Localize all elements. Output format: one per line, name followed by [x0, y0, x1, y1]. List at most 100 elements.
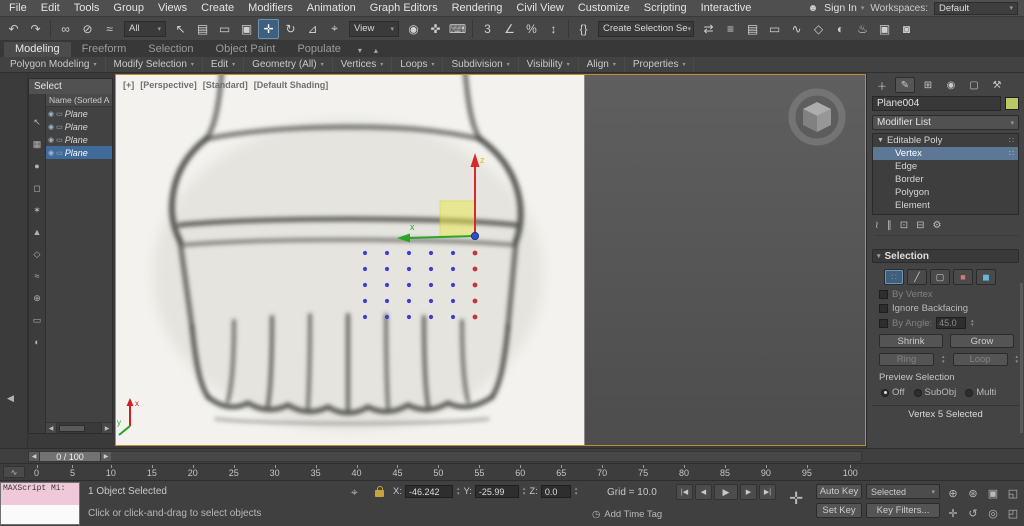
select-and-rotate-icon[interactable]: ↻	[280, 19, 301, 39]
set-key-button[interactable]: Set Key	[816, 503, 862, 518]
edge-subobject-icon[interactable]: ╱	[907, 269, 927, 285]
x-coordinate-field[interactable]: -46.242	[405, 485, 453, 498]
display-geometry-icon[interactable]: ●	[30, 160, 45, 173]
render-setup-icon[interactable]: ♨	[852, 19, 873, 39]
zoom-all-icon[interactable]: ⊛	[964, 484, 982, 502]
ribbon-panel-geometry-all[interactable]: Geometry (All)▾	[244, 57, 332, 72]
named-selection-set-dropdown[interactable]: Create Selection Se▾	[598, 21, 694, 37]
menu-item-views[interactable]: Views	[151, 0, 194, 16]
eye-icon[interactable]: ◉	[48, 136, 54, 144]
preview-multi-radio[interactable]: Multi	[965, 387, 996, 398]
menu-item-create[interactable]: Create	[194, 0, 241, 16]
keyboard-override-icon[interactable]: ⌨	[447, 19, 468, 39]
graphite-ribbon-icon[interactable]: ▭	[764, 19, 785, 39]
viewport-canvas[interactable]: z x x y	[116, 75, 585, 445]
pin-stack-icon[interactable]: ≀	[875, 220, 879, 231]
explorer-hscrollbar[interactable]: ◀ ▶	[46, 422, 112, 433]
display-shapes-icon[interactable]: ◻	[30, 182, 45, 195]
zoom-extents-icon[interactable]: ▣	[984, 484, 1002, 502]
window-crossing-icon[interactable]: ▣	[236, 19, 257, 39]
preview-subobj-radio[interactable]: SubObj	[914, 387, 957, 398]
track-bar[interactable]: ∿ 05101520253035404550556065707580859095…	[0, 464, 1024, 481]
go-to-start-button[interactable]: |◀	[676, 484, 693, 500]
ribbon-tab-modeling[interactable]: Modeling	[4, 42, 71, 57]
use-pivot-center-icon[interactable]: ◉	[403, 19, 424, 39]
walk-through-icon[interactable]: ◎	[984, 504, 1002, 522]
schematic-view-icon[interactable]: ◇	[808, 19, 829, 39]
mirror-icon[interactable]: ⇄	[698, 19, 719, 39]
menu-item-interactive[interactable]: Interactive	[694, 0, 759, 16]
maxscript-mini-listener[interactable]: MAXScript Mi:	[0, 482, 80, 525]
create-tab-icon[interactable]: ＋	[872, 77, 892, 93]
selection-filter-dropdown[interactable]: All▾	[124, 21, 166, 37]
ribbon-tab-populate[interactable]: Populate	[286, 42, 351, 57]
object-name-field[interactable]: Plane004	[872, 96, 1001, 111]
ribbon-options-icon[interactable]: ▾	[352, 44, 368, 57]
display-cameras-icon[interactable]: ▲	[30, 226, 45, 239]
panel-scrollbar[interactable]	[1020, 283, 1023, 433]
preview-off-radio[interactable]: Off	[881, 387, 905, 398]
ring-button[interactable]: Ring	[879, 353, 934, 366]
display-tab-icon[interactable]: ▢	[964, 77, 984, 93]
key-mode-dropdown[interactable]: Selected ▾	[866, 484, 940, 499]
pan-view-icon[interactable]: ✛	[944, 504, 962, 522]
stack-item-vertex[interactable]: Vertex∷	[873, 147, 1018, 160]
collapse-panel-icon[interactable]: ◀	[7, 393, 14, 404]
time-slider-track[interactable]: ◀ 0 / 100 ▶	[28, 451, 862, 462]
ribbon-panel-loops[interactable]: Loops▾	[392, 57, 443, 72]
display-all-icon[interactable]: ▦	[30, 138, 45, 151]
menu-item-rendering[interactable]: Rendering	[445, 0, 510, 16]
display-materials-icon[interactable]: ◐	[30, 336, 45, 349]
stack-item-element[interactable]: Element	[873, 199, 1018, 212]
stack-item-editable-poly[interactable]: ▼Editable Poly∷	[873, 134, 1018, 147]
eye-icon[interactable]: ◉	[48, 110, 54, 118]
orbit-icon[interactable]: ↺	[964, 504, 982, 522]
ribbon-tab-freeform[interactable]: Freeform	[71, 42, 138, 57]
menu-item-tools[interactable]: Tools	[67, 0, 107, 16]
ribbon-panel-edit[interactable]: Edit▾	[203, 57, 244, 72]
scroll-left-icon[interactable]: ◀	[46, 423, 57, 433]
stack-item-polygon[interactable]: Polygon	[873, 186, 1018, 199]
redo-icon[interactable]: ↷	[25, 19, 46, 39]
grow-button[interactable]: Grow	[950, 334, 1014, 348]
spinner-icon[interactable]: ▲▼	[522, 487, 526, 496]
configure-modifier-sets-icon[interactable]: ⚙	[933, 220, 942, 231]
selection-rollout-header[interactable]: ▾ Selection	[872, 249, 1019, 263]
spinner-icon[interactable]: ▲▼	[574, 487, 578, 496]
border-subobject-icon[interactable]: ▢	[930, 269, 950, 285]
display-spacewarps-icon[interactable]: ≈	[30, 270, 45, 283]
menu-item-group[interactable]: Group	[106, 0, 151, 16]
menu-item-scripting[interactable]: Scripting	[637, 0, 694, 16]
maxscript-macro-pane[interactable]: MAXScript Mi:	[1, 483, 79, 505]
display-lights-icon[interactable]: ✶	[30, 204, 45, 217]
list-item-plane[interactable]: ◉▭Plane	[46, 120, 112, 133]
spinner-icon[interactable]: ▲▼	[1015, 355, 1019, 364]
viewport-shading-label[interactable]: [Default Shading]	[254, 80, 329, 90]
spinner-icon[interactable]: ▲▼	[970, 319, 974, 328]
align-icon[interactable]: ≡	[720, 19, 741, 39]
motion-tab-icon[interactable]: ◉	[941, 77, 961, 93]
display-helpers-icon[interactable]: ◇	[30, 248, 45, 261]
auto-key-button[interactable]: Auto Key	[816, 484, 862, 499]
curve-editor-icon[interactable]: ∿	[786, 19, 807, 39]
undo-icon[interactable]: ↶	[3, 19, 24, 39]
reference-coordinate-dropdown[interactable]: View▾	[349, 21, 399, 37]
stack-item-edge[interactable]: Edge	[873, 160, 1018, 173]
y-coordinate-field[interactable]: -25.99	[475, 485, 519, 498]
workspaces-dropdown[interactable]: Default▾	[934, 2, 1018, 15]
edit-named-selection-sets-icon[interactable]: {}	[573, 19, 594, 39]
utilities-tab-icon[interactable]: ⚒	[987, 77, 1007, 93]
key-filters-button[interactable]: Key Filters...	[866, 503, 940, 518]
view-cube[interactable]	[785, 85, 849, 149]
previous-frame-button[interactable]: ◀	[695, 484, 712, 500]
spinner-icon[interactable]: ▲▼	[456, 487, 460, 496]
vertex-subobject-icon[interactable]: ∷	[884, 269, 904, 285]
menu-item-modifiers[interactable]: Modifiers	[241, 0, 300, 16]
menu-item-graph-editors[interactable]: Graph Editors	[363, 0, 445, 16]
modify-tab-icon[interactable]: ✎	[895, 77, 915, 93]
by-angle-checkbox[interactable]	[879, 319, 888, 328]
viewport-menu-icon[interactable]: [+]	[123, 80, 134, 90]
menu-item-animation[interactable]: Animation	[300, 0, 363, 16]
menu-item-edit[interactable]: Edit	[34, 0, 67, 16]
time-slider-label[interactable]: 0 / 100	[40, 452, 100, 461]
